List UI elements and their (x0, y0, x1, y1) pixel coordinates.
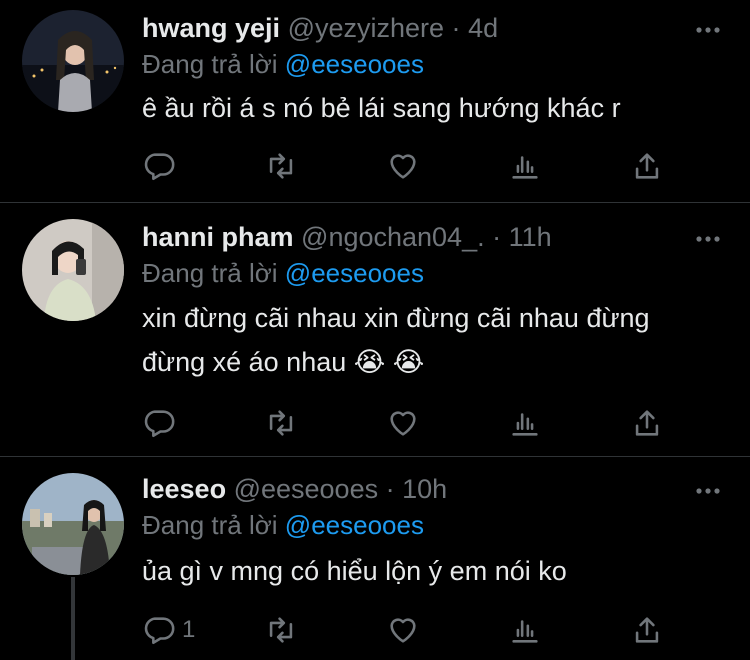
heart-icon (390, 618, 416, 643)
like-button[interactable] (386, 403, 420, 443)
heart-icon (390, 154, 416, 179)
reply-count: 1 (182, 616, 196, 643)
reply-tweet-3[interactable]: leeseo @eeseooes · 10h Đang trả lời @ees… (0, 457, 750, 660)
heart-icon (390, 411, 416, 436)
retweet-icon (269, 617, 293, 643)
user-handle[interactable]: @ngochan04_. (301, 222, 485, 252)
avatar[interactable] (22, 219, 124, 321)
share-icon (635, 410, 659, 436)
replying-to: Đang trả lời @eeseooes (142, 255, 424, 291)
more-icon[interactable] (694, 225, 722, 253)
retweet-icon (269, 410, 293, 436)
avatar[interactable] (22, 473, 124, 575)
user-handle[interactable]: @eeseooes (234, 474, 379, 504)
separator-dot: · (492, 222, 502, 252)
display-name[interactable]: leeseo (142, 474, 226, 504)
action-bar (142, 146, 682, 186)
mention-link[interactable]: @eeseooes (285, 49, 424, 79)
separator-dot: · (451, 13, 461, 43)
retweet-icon (269, 153, 293, 179)
tweet-text-line: ủa gì v mng có hiểu lộn ý em nói ko (142, 556, 567, 586)
share-button[interactable] (630, 146, 664, 186)
tweet-text: ê ầu rồi á s nó bẻ lái sang hướng khác r (142, 86, 621, 130)
timestamp[interactable]: 10h (402, 474, 447, 504)
avatar[interactable] (22, 10, 124, 112)
mention-link[interactable]: @eeseooes (285, 258, 424, 288)
tweet-header: hwang yeji @yezyizhere · 4d (142, 8, 498, 48)
tweet-text-line: ê ầu rồi á s nó bẻ lái sang hướng khác r (142, 93, 621, 123)
retweet-button[interactable] (264, 403, 298, 443)
action-bar (142, 403, 682, 443)
more-icon[interactable] (694, 16, 722, 44)
share-button[interactable] (630, 403, 664, 443)
tweet-text: ủa gì v mng có hiểu lộn ý em nói ko (142, 549, 567, 593)
views-icon (512, 156, 538, 179)
views-button[interactable] (508, 403, 542, 443)
share-button[interactable] (630, 610, 664, 650)
reply-tweet-2[interactable]: hanni pham @ngochan04_. · 11h Đang trả l… (0, 203, 750, 456)
reply-icon (144, 410, 175, 438)
more-icon[interactable] (694, 477, 722, 505)
tweet-text: xin đừng cãi nhau xin đừng cãi nhau đừng… (142, 296, 650, 384)
timestamp[interactable]: 4d (468, 13, 498, 43)
retweet-button[interactable] (264, 610, 298, 650)
user-handle[interactable]: @yezyizhere (288, 13, 444, 43)
views-button[interactable] (508, 146, 542, 186)
replying-to: Đang trả lời @eeseooes (142, 46, 424, 82)
reply-tweet-1[interactable]: hwang yeji @yezyizhere · 4d Đang trả lời… (0, 0, 750, 202)
tweet-header: leeseo @eeseooes · 10h (142, 469, 447, 509)
views-icon (512, 620, 538, 643)
tweet-text-line: xin đừng cãi nhau xin đừng cãi nhau đừng (142, 303, 650, 333)
views-button[interactable] (508, 610, 542, 650)
like-button[interactable] (386, 146, 420, 186)
display-name[interactable]: hanni pham (142, 222, 294, 252)
share-icon (635, 153, 659, 179)
retweet-button[interactable] (264, 146, 298, 186)
views-icon (512, 413, 538, 436)
mention-link[interactable]: @eeseooes (285, 510, 424, 540)
reply-icon (144, 617, 175, 645)
action-bar: 1 (142, 610, 682, 650)
timestamp[interactable]: 11h (509, 222, 552, 252)
thread-connector-line (71, 577, 75, 660)
replying-to-label: Đang trả lời (142, 258, 278, 288)
share-icon (635, 617, 659, 643)
replying-to-label: Đang trả lời (142, 49, 278, 79)
reply-button[interactable] (142, 146, 182, 186)
reply-button[interactable]: 1 (142, 610, 195, 650)
separator-dot: · (385, 474, 395, 504)
tweet-text-line: đừng xé áo nhau 😭 😭 (142, 347, 425, 377)
like-button[interactable] (386, 610, 420, 650)
replying-to: Đang trả lời @eeseooes (142, 507, 424, 543)
reply-button[interactable] (142, 403, 182, 443)
reply-icon (144, 153, 175, 181)
replying-to-label: Đang trả lời (142, 510, 278, 540)
display-name[interactable]: hwang yeji (142, 13, 280, 43)
tweet-header: hanni pham @ngochan04_. · 11h (142, 217, 552, 257)
